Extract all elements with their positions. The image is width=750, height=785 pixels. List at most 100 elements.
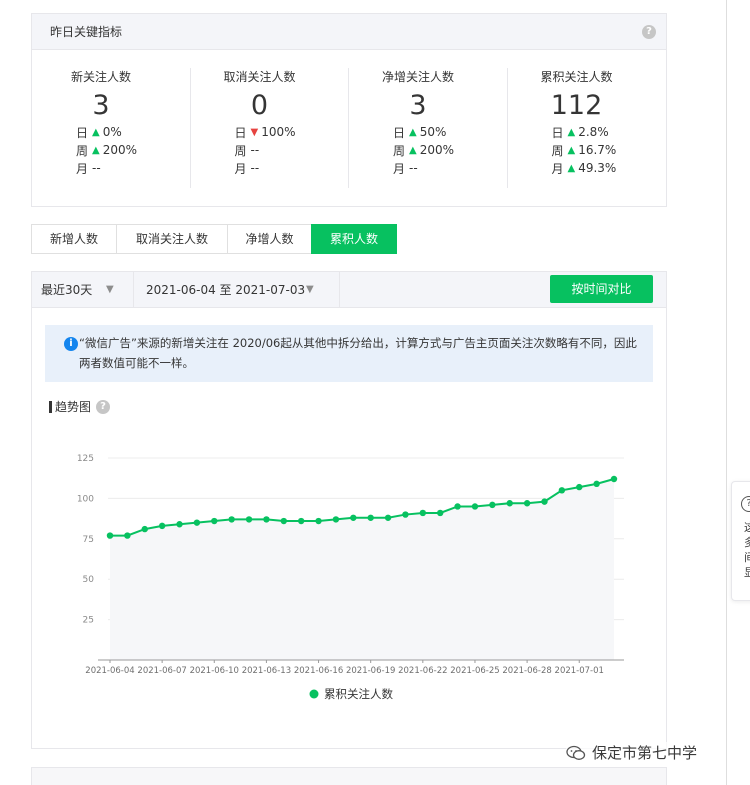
metric-column: 新关注人数 3 日 ▲ 0% 周 ▲ 200% 月 --	[32, 68, 191, 188]
metric-change-row: 日 ▼ 100%	[235, 123, 349, 141]
question-icon: ?	[741, 496, 750, 512]
period-key: 月	[551, 161, 564, 176]
x-tick-label: 2021-06-22	[398, 666, 447, 676]
data-point	[419, 509, 427, 517]
change-value: --	[92, 161, 101, 175]
y-tick-label: 25	[83, 616, 94, 626]
data-point	[610, 475, 618, 483]
metric-columns: 新关注人数 3 日 ▲ 0% 周 ▲ 200% 月 -- 取消关注人数 0 日 ▼ 100% 周 -- 月 -- 净增…	[32, 50, 666, 188]
tab-4[interactable]: 累积人数	[311, 224, 397, 254]
period-key: 月	[393, 161, 406, 176]
metric-change-row: 周 --	[235, 141, 349, 159]
data-point	[384, 514, 392, 521]
metric-label: 累积关注人数	[540, 70, 613, 84]
trend-panel: 最近30天 ▼ 2021-06-04 至 2021-07-03 ▼ 按时间对比 …	[31, 271, 667, 749]
x-tick-label: 2021-06-19	[346, 666, 395, 676]
x-tick-label: 2021-06-07	[137, 666, 186, 676]
data-point	[350, 514, 357, 521]
data-point	[402, 511, 409, 518]
data-point	[141, 525, 148, 533]
metric-change-row: 周 ▲ 200%	[76, 141, 190, 159]
data-point	[593, 480, 600, 488]
metric-change-row: 日 ▲ 0%	[76, 123, 190, 141]
metric-column: 净增关注人数 3 日 ▲ 50% 周 ▲ 200% 月 --	[349, 68, 508, 188]
arrow-up-icon: ▲	[567, 144, 576, 156]
x-tick-label: 2021-07-01	[555, 666, 604, 676]
page-divider	[726, 0, 727, 785]
change-value: 2.8%	[578, 125, 609, 139]
key-metrics-header: 昨日关键指标 ?	[32, 14, 666, 50]
change-value: --	[409, 161, 418, 175]
y-tick-label: 125	[77, 454, 94, 464]
data-point	[315, 517, 322, 525]
metric-label: 取消关注人数	[223, 70, 296, 84]
side-popup[interactable]: ? 这多间显	[731, 481, 750, 601]
area-fill	[110, 479, 614, 660]
metric-change-row: 月 ▲ 49.3%	[552, 159, 667, 177]
side-popup-char: 多	[744, 536, 750, 549]
period-key: 周	[234, 143, 247, 158]
data-point	[454, 503, 461, 510]
metric-value: 0	[250, 90, 269, 121]
tab-3[interactable]: 净增人数	[227, 224, 312, 254]
arrow-up-icon: ▲	[409, 126, 417, 138]
key-metrics-panel: 昨日关键指标 ? 新关注人数 3 日 ▲ 0% 周 ▲ 200% 月 -- 取消关注人数 0 日 ▼ 100…	[31, 13, 667, 207]
data-point	[437, 509, 444, 517]
metric-change-row: 日 ▲ 50%	[393, 123, 507, 141]
x-tick-label: 2021-06-10	[190, 666, 239, 676]
metric-change-row: 月 --	[393, 159, 507, 177]
arrow-up-icon: ▲	[409, 144, 417, 156]
x-tick-label: 2021-06-04	[85, 666, 134, 676]
data-point	[124, 532, 131, 539]
metric-tabs: 新增人数 取消关注人数 净增人数 累积人数	[31, 224, 397, 254]
change-value: 200%	[102, 143, 138, 157]
wechat-icon	[566, 745, 586, 760]
metric-value: 112	[550, 90, 603, 121]
metric-column: 累积关注人数 112 日 ▲ 2.8% 周 ▲ 16.7% 月 ▲ 49.3%	[508, 68, 667, 188]
data-point	[332, 516, 340, 523]
x-tick-label: 2021-06-13	[242, 666, 291, 676]
period-key: 日	[76, 125, 89, 140]
data-point	[297, 517, 305, 525]
data-point	[158, 522, 166, 530]
period-key: 月	[234, 161, 247, 176]
data-point	[506, 500, 513, 507]
y-tick-label: 100	[77, 494, 94, 504]
legend-marker	[309, 689, 319, 699]
period-key: 日	[551, 125, 564, 140]
data-point	[523, 500, 531, 507]
arrow-up-icon: ▲	[92, 126, 100, 138]
data-point	[489, 501, 496, 509]
metric-change-row: 月 --	[235, 159, 349, 177]
side-popup-char: 间	[744, 551, 750, 564]
tab-1[interactable]: 新增人数	[31, 224, 117, 254]
metric-label: 新关注人数	[70, 70, 131, 84]
y-tick-label: 75	[83, 535, 94, 545]
data-point	[471, 503, 479, 510]
data-point	[211, 517, 218, 525]
x-tick-label: 2021-06-16	[294, 666, 343, 676]
change-value: 49.3%	[578, 161, 617, 175]
metric-value: 3	[409, 90, 427, 121]
data-point	[576, 483, 583, 491]
bottom-panel	[31, 767, 667, 785]
metric-change-row: 日 ▲ 2.8%	[552, 123, 667, 141]
data-point	[228, 516, 235, 523]
watermark: 保定市第七中学	[566, 742, 698, 763]
metric-change-row: 周 ▲ 200%	[393, 141, 507, 159]
arrow-up-icon: ▲	[567, 126, 576, 138]
metric-change-row: 月 --	[76, 159, 190, 177]
data-point	[541, 498, 548, 505]
period-key: 日	[393, 125, 406, 140]
legend-label: 累积关注人数	[324, 687, 393, 701]
data-point	[263, 516, 270, 523]
arrow-up-icon: ▲	[92, 144, 100, 156]
data-point	[193, 519, 201, 526]
data-point	[367, 514, 374, 521]
arrow-down-icon: ▼	[250, 126, 259, 138]
help-icon[interactable]: ?	[642, 24, 656, 39]
key-metrics-title: 昨日关键指标	[50, 25, 123, 39]
metric-label: 净增关注人数	[381, 70, 454, 84]
arrow-up-icon: ▲	[567, 162, 576, 174]
tab-2[interactable]: 取消关注人数	[116, 224, 228, 254]
